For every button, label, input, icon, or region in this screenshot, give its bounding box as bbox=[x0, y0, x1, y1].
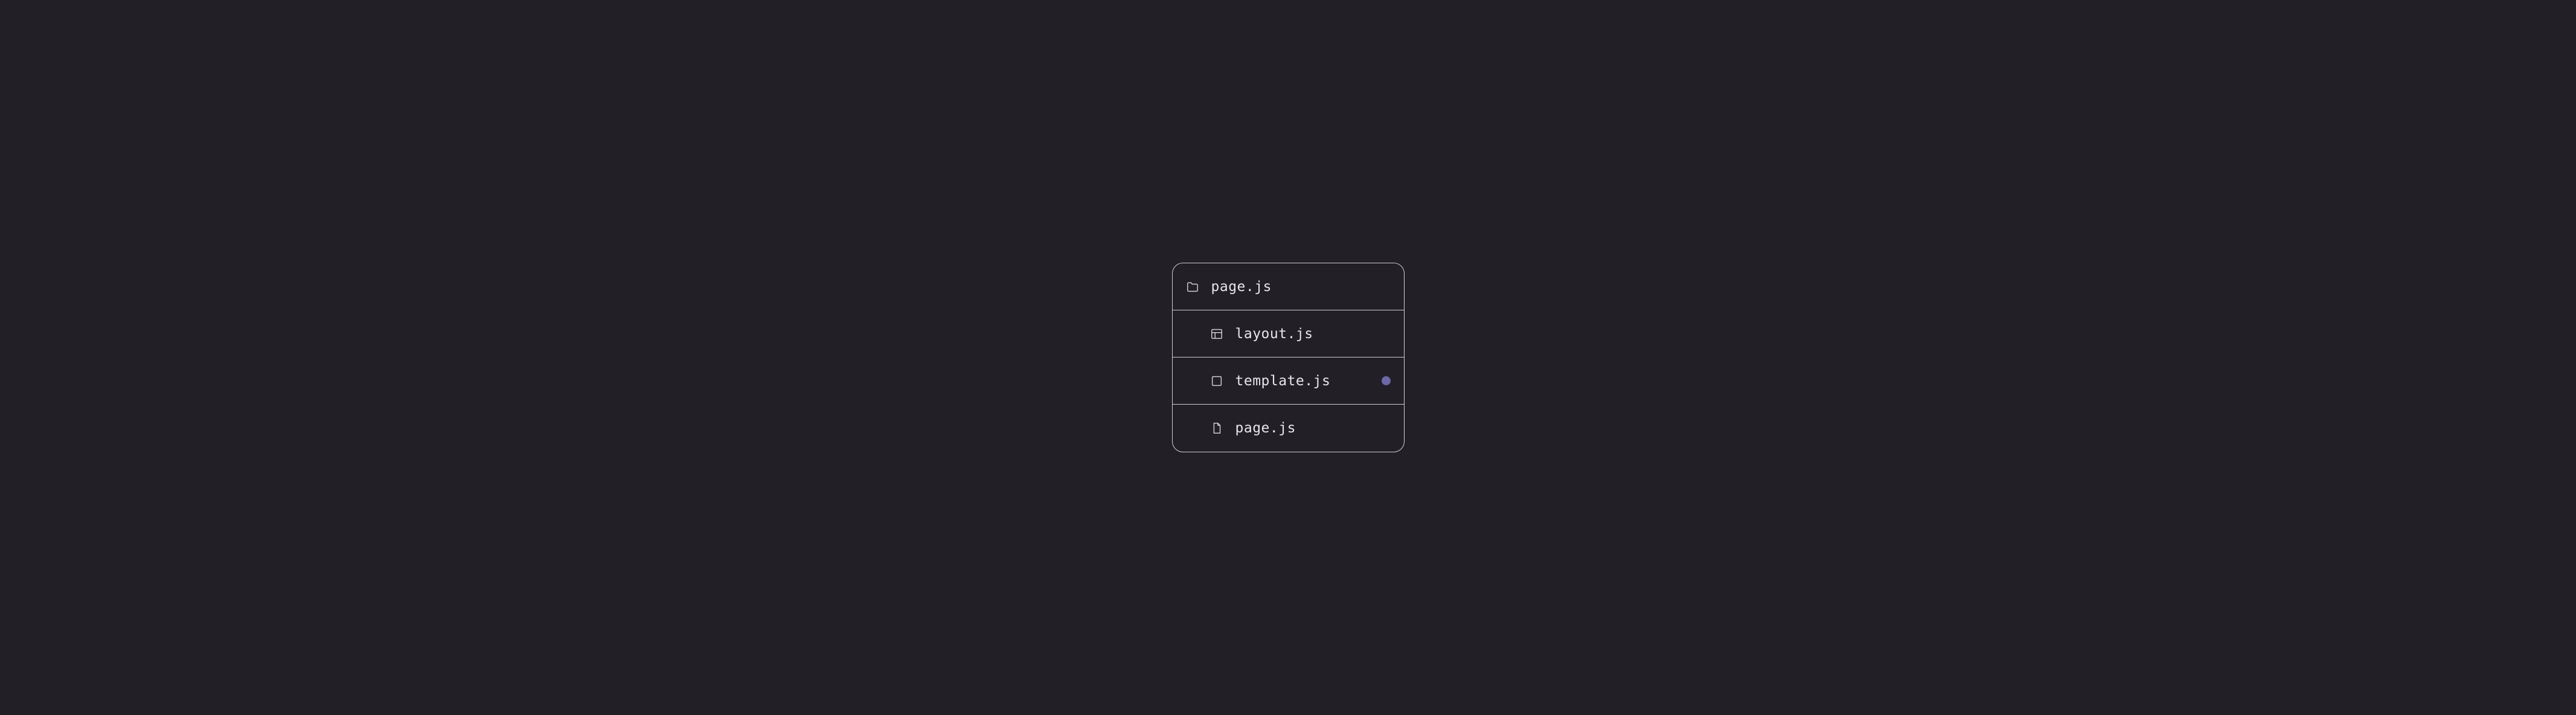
marker-dot-icon bbox=[1382, 376, 1391, 385]
file-item-folder[interactable]: page.js bbox=[1173, 263, 1404, 310]
file-label: page.js bbox=[1211, 279, 1391, 295]
file-tree-panel: page.js layout.js template.js page.j bbox=[1172, 263, 1405, 452]
template-icon bbox=[1210, 374, 1223, 388]
file-icon bbox=[1210, 422, 1223, 435]
layout-icon bbox=[1210, 327, 1223, 341]
file-label: template.js bbox=[1235, 373, 1370, 389]
folder-icon bbox=[1186, 280, 1199, 293]
file-item-layout[interactable]: layout.js bbox=[1173, 310, 1404, 358]
file-item-page[interactable]: page.js bbox=[1173, 405, 1404, 452]
file-label: layout.js bbox=[1235, 326, 1391, 342]
file-label: page.js bbox=[1235, 420, 1391, 436]
file-item-template[interactable]: template.js bbox=[1173, 358, 1404, 405]
